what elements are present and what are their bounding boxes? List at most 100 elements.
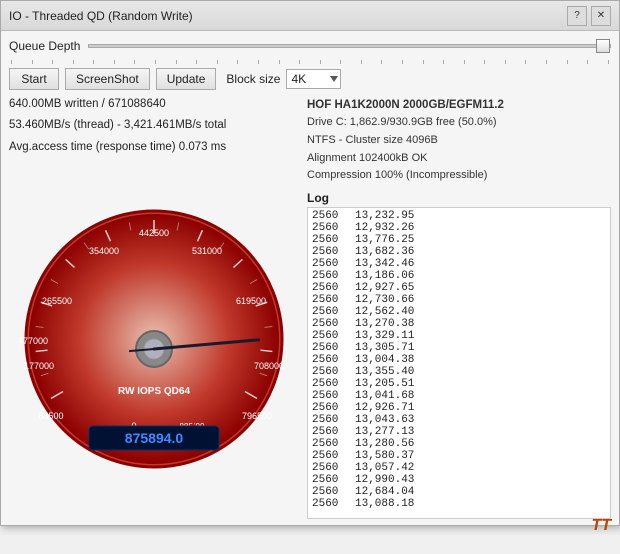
log-row: 256013,088.18 — [312, 498, 606, 510]
log-col-value: 13,205.51 — [355, 378, 420, 390]
log-col-iops: 2560 — [312, 474, 347, 486]
buttons-row: Start ScreenShot Update Block size 512B … — [9, 68, 611, 90]
log-row: 256013,004.38 — [312, 354, 606, 366]
log-col-iops: 2560 — [312, 258, 347, 270]
tick — [546, 60, 547, 64]
log-col-value: 13,580.37 — [355, 450, 420, 462]
log-col-iops: 2560 — [312, 342, 347, 354]
close-button[interactable]: ✕ — [591, 6, 611, 26]
block-size-select-container: 512B 1K 2K 4K 8K 16K 32K 64K 128K 256K 5… — [286, 69, 341, 89]
device-name: HOF HA1K2000N 2000GB/EGFM11.2 — [307, 96, 611, 114]
svg-text:RW IOPS QD64: RW IOPS QD64 — [118, 386, 190, 397]
svg-text:88500: 88500 — [38, 411, 63, 421]
queue-slider-thumb[interactable] — [596, 39, 610, 53]
log-col-iops: 2560 — [312, 318, 347, 330]
tick — [505, 60, 506, 64]
tick — [340, 60, 341, 64]
queue-depth-slider-container[interactable] — [88, 37, 611, 55]
log-col-value: 13,277.13 — [355, 426, 420, 438]
svg-text:177000: 177000 — [24, 361, 54, 371]
log-col-value: 12,990.43 — [355, 474, 420, 486]
log-label: Log — [307, 191, 611, 205]
tick — [93, 60, 94, 64]
device-fs: NTFS - Cluster size 4096B — [307, 132, 611, 150]
log-col-iops: 2560 — [312, 462, 347, 474]
start-button[interactable]: Start — [9, 68, 59, 90]
stats-speed: 53.460MB/s (thread) - 3,421.461MB/s tota… — [9, 117, 299, 134]
log-col-value: 13,270.38 — [355, 318, 420, 330]
block-size-select-wrapper[interactable]: 512B 1K 2K 4K 8K 16K 32K 64K 128K 256K 5… — [286, 69, 341, 89]
left-panel: 640.00MB written / 671088640 53.460MB/s … — [9, 96, 299, 519]
tick — [464, 60, 465, 64]
log-col-value: 13,004.38 — [355, 354, 420, 366]
log-col-value: 13,232.95 — [355, 210, 420, 222]
tick — [402, 60, 403, 64]
tick — [567, 60, 568, 64]
tick — [443, 60, 444, 64]
stats-written: 640.00MB written / 671088640 — [9, 96, 299, 113]
device-alignment: Alignment 102400kB OK — [307, 150, 611, 168]
log-col-value: 12,684.04 — [355, 486, 420, 498]
log-col-iops: 2560 — [312, 378, 347, 390]
log-area[interactable]: 256013,232.95256012,932.26256013,776.252… — [307, 207, 611, 519]
watermark: TT — [591, 517, 611, 535]
tick — [525, 60, 526, 64]
tick — [608, 60, 609, 64]
log-col-value: 13,041.68 — [355, 390, 420, 402]
log-col-value: 13,355.40 — [355, 366, 420, 378]
tick — [381, 60, 382, 64]
log-col-iops: 2560 — [312, 234, 347, 246]
block-size-select[interactable]: 512B 1K 2K 4K 8K 16K 32K 64K 128K 256K 5… — [286, 69, 341, 89]
tick — [73, 60, 74, 64]
main-body: 640.00MB written / 671088640 53.460MB/s … — [9, 96, 611, 519]
log-row: 2560 13,186.06 — [312, 270, 606, 282]
log-col-iops: 2560 — [312, 390, 347, 402]
log-col-value: 13,776.25 — [355, 234, 420, 246]
log-row: 2560 12,932.26 — [312, 222, 606, 234]
log-col-value: 13,186.06 — [355, 270, 420, 282]
tick — [11, 60, 12, 64]
log-col-iops: 2560 — [312, 402, 347, 414]
log-col-iops: 2560 — [312, 222, 347, 234]
window-title: IO - Threaded QD (Random Write) — [9, 9, 193, 23]
log-col-value: 12,730.66 — [355, 294, 420, 306]
log-row: 256013,280.56 — [312, 438, 606, 450]
log-col-value: 12,562.40 — [355, 306, 420, 318]
log-col-iops: 2560 — [312, 426, 347, 438]
log-col-value: 13,682.36 — [355, 246, 420, 258]
tick — [258, 60, 259, 64]
log-row: 2560 13,041.68 — [312, 390, 606, 402]
log-row: 2560 13,682.36 — [312, 246, 606, 258]
tick — [361, 60, 362, 64]
log-row: 256013,329.11 — [312, 330, 606, 342]
tick — [196, 60, 197, 64]
tick — [176, 60, 177, 64]
log-col-value: 12,932.26 — [355, 222, 420, 234]
screenshot-button[interactable]: ScreenShot — [65, 68, 150, 90]
log-col-value: 12,927.65 — [355, 282, 420, 294]
gauge-svg: 88500 177000 265500 354000 442500 531000… — [19, 204, 289, 474]
svg-text:619500: 619500 — [236, 296, 266, 306]
tick — [32, 60, 33, 64]
log-row: 256013,232.95 — [312, 210, 606, 222]
log-col-value: 13,057.42 — [355, 462, 420, 474]
right-panel: HOF HA1K2000N 2000GB/EGFM11.2 Drive C: 1… — [307, 96, 611, 519]
log-col-iops: 2560 — [312, 414, 347, 426]
tick — [299, 60, 300, 64]
svg-text:875894.0: 875894.0 — [125, 430, 184, 446]
tick — [587, 60, 588, 64]
svg-text:442500: 442500 — [139, 228, 169, 238]
help-button[interactable]: ? — [567, 6, 587, 26]
log-col-iops: 2560 — [312, 294, 347, 306]
log-col-iops: 2560 — [312, 270, 347, 282]
main-window: IO - Threaded QD (Random Write) ? ✕ Queu… — [0, 0, 620, 526]
svg-text:477000: 477000 — [19, 336, 48, 346]
update-button[interactable]: Update — [156, 68, 217, 90]
tick — [484, 60, 485, 64]
log-col-value: 13,329.11 — [355, 330, 420, 342]
log-row: 256012,926.71 — [312, 402, 606, 414]
tick — [134, 60, 135, 64]
svg-text:708000: 708000 — [254, 361, 284, 371]
svg-text:354000: 354000 — [89, 246, 119, 256]
log-col-iops: 2560 — [312, 246, 347, 258]
